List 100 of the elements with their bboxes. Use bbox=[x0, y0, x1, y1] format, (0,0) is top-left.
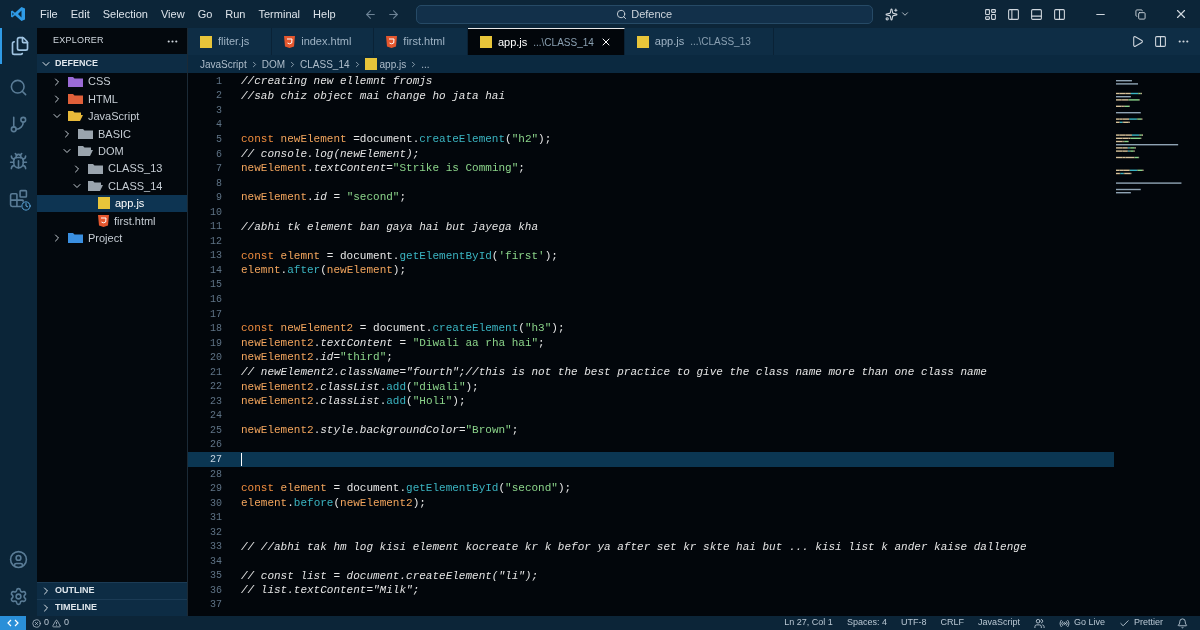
app-logo-icon bbox=[10, 6, 26, 22]
status-item[interactable]: Spaces: 4 bbox=[846, 616, 887, 630]
chat-sparkle-icon[interactable] bbox=[884, 7, 898, 21]
tree-row[interactable]: first.html bbox=[37, 212, 187, 230]
warning-count[interactable]: 0 bbox=[64, 616, 70, 630]
tree-row[interactable]: DOM bbox=[37, 142, 187, 160]
breadcrumb-item[interactable]: JavaScript bbox=[200, 56, 247, 72]
split-editor-icon[interactable] bbox=[1154, 35, 1167, 48]
editor-tab[interactable]: app.js ...\CLASS_14 bbox=[467, 28, 625, 55]
code-line: newElement.id = "second"; bbox=[241, 190, 407, 206]
tree-row[interactable]: HTML bbox=[37, 90, 187, 108]
code-line: // newElement2.className="fourth";//this is not the best practice to give the class name more than one class name bbox=[241, 364, 987, 380]
line-number: 1 bbox=[215, 74, 222, 89]
html-file-icon bbox=[98, 214, 109, 227]
code-line: // //abhi tak hm log kisi element kocreate kr k befor ya after set kr skte hai but ... kisi list k ander kaise dallenge bbox=[241, 539, 1027, 555]
bell-icon[interactable] bbox=[1177, 617, 1188, 629]
status-item[interactable]: UTF-8 bbox=[900, 616, 927, 630]
restore-icon[interactable] bbox=[1135, 8, 1146, 20]
js-file-icon bbox=[200, 35, 212, 48]
code-line: const newElement =document.createElement("h2"); bbox=[241, 132, 552, 148]
status-item[interactable]: CRLF bbox=[940, 616, 964, 630]
account-icon[interactable] bbox=[9, 550, 28, 569]
js-file-icon bbox=[364, 58, 377, 70]
run-icon[interactable] bbox=[1131, 35, 1144, 48]
menu-item[interactable]: View bbox=[160, 5, 185, 23]
tree-row[interactable]: CLASS_14 bbox=[37, 177, 187, 195]
line-number: 31 bbox=[209, 511, 222, 526]
code-line: element.before(newElement2); bbox=[241, 495, 426, 511]
menu-item[interactable]: Go bbox=[197, 5, 213, 23]
warning-icon[interactable] bbox=[52, 618, 61, 628]
go-live-button[interactable]: Go Live bbox=[1073, 616, 1105, 630]
tree-row[interactable]: JavaScript bbox=[37, 107, 187, 126]
breadcrumb-item[interactable]: ... bbox=[421, 56, 430, 72]
line-number: 7 bbox=[215, 162, 222, 177]
forward-arrow-icon[interactable] bbox=[386, 7, 400, 21]
menu-item[interactable]: Terminal bbox=[258, 5, 301, 23]
extensions-icon[interactable] bbox=[9, 189, 28, 208]
tree-row[interactable]: Project bbox=[37, 229, 187, 247]
line-number: 14 bbox=[209, 263, 222, 278]
line-number: 33 bbox=[209, 540, 222, 555]
breadcrumb-item[interactable]: app.js bbox=[379, 56, 407, 72]
check-icon[interactable] bbox=[1119, 617, 1130, 629]
customize-layout-icon[interactable] bbox=[984, 7, 997, 21]
breadcrumb-item[interactable]: CLASS_14 bbox=[300, 56, 350, 72]
back-arrow-icon[interactable] bbox=[363, 7, 377, 21]
line-number: 18 bbox=[209, 322, 222, 337]
line-number: 11 bbox=[209, 220, 222, 235]
status-item[interactable]: JavaScript bbox=[977, 616, 1020, 630]
remote-icon bbox=[7, 619, 19, 627]
error-count[interactable]: 0 bbox=[44, 616, 49, 630]
menu-item[interactable]: Run bbox=[225, 5, 246, 23]
tree-row[interactable]: CSS bbox=[37, 73, 187, 91]
toggle-panel-icon[interactable] bbox=[1030, 7, 1043, 21]
panel-header[interactable]: TIMELINE bbox=[37, 599, 187, 616]
code-line: const element = document.getElementById("second"); bbox=[241, 481, 572, 497]
line-number: 20 bbox=[209, 351, 222, 366]
status-item[interactable]: Ln 27, Col 1 bbox=[784, 616, 833, 630]
toggle-secondary-sidebar-icon[interactable] bbox=[1053, 7, 1066, 21]
search-icon[interactable] bbox=[9, 78, 28, 97]
js-file-icon bbox=[636, 35, 649, 48]
tree-row[interactable]: BASIC bbox=[37, 125, 187, 143]
panel-title: OUTLINE bbox=[55, 584, 95, 598]
panel-header[interactable]: OUTLINE bbox=[37, 582, 187, 599]
line-number: 17 bbox=[209, 307, 222, 322]
error-icon[interactable] bbox=[32, 618, 41, 628]
tree-row[interactable]: app.js bbox=[37, 194, 187, 213]
line-number: 16 bbox=[209, 293, 222, 307]
search-field[interactable]: Defence bbox=[415, 4, 873, 24]
section-header[interactable]: DEFENCE bbox=[37, 54, 187, 73]
code-line: newElement2.classList.add("Holi"); bbox=[241, 394, 466, 410]
tree-row[interactable]: CLASS_13 bbox=[37, 159, 187, 178]
run-debug-icon[interactable] bbox=[9, 152, 28, 171]
code-line: newElement.textContent="Strike is Comming"; bbox=[241, 161, 525, 177]
line-number: 23 bbox=[209, 394, 222, 409]
explorer-icon[interactable] bbox=[9, 36, 30, 56]
code-line: newElement2.textContent = "Diwali aa rha hai"; bbox=[241, 335, 545, 351]
breadcrumb-item[interactable]: DOM bbox=[261, 56, 286, 72]
line-number: 28 bbox=[209, 467, 222, 482]
line-number: 10 bbox=[209, 205, 222, 220]
line-number: 36 bbox=[209, 583, 222, 598]
line-number: 8 bbox=[215, 176, 222, 191]
broadcast-icon[interactable] bbox=[1058, 617, 1070, 629]
line-number: 34 bbox=[209, 554, 222, 569]
code-line: // list.textContent="Milk"; bbox=[241, 583, 420, 599]
code-line: // const list = document.createElement("li"); bbox=[241, 568, 539, 584]
prettier-button[interactable]: Prettier bbox=[1134, 616, 1163, 630]
source-control-icon[interactable] bbox=[9, 115, 28, 134]
toggle-sidebar-icon[interactable] bbox=[1007, 7, 1020, 21]
menu-item[interactable]: Selection bbox=[102, 5, 148, 23]
line-number: 19 bbox=[209, 336, 222, 351]
menu-item[interactable]: File bbox=[40, 5, 58, 23]
people-icon[interactable] bbox=[1033, 617, 1045, 629]
remote-button[interactable] bbox=[0, 616, 26, 630]
menu-item[interactable]: Edit bbox=[70, 5, 90, 23]
close-icon[interactable] bbox=[1174, 7, 1188, 21]
line-number: 4 bbox=[215, 118, 222, 133]
line-number: 6 bbox=[215, 147, 222, 162]
chevron-down-icon[interactable] bbox=[899, 9, 910, 19]
menu-item[interactable]: Help bbox=[313, 5, 336, 23]
settings-icon[interactable] bbox=[9, 587, 28, 606]
